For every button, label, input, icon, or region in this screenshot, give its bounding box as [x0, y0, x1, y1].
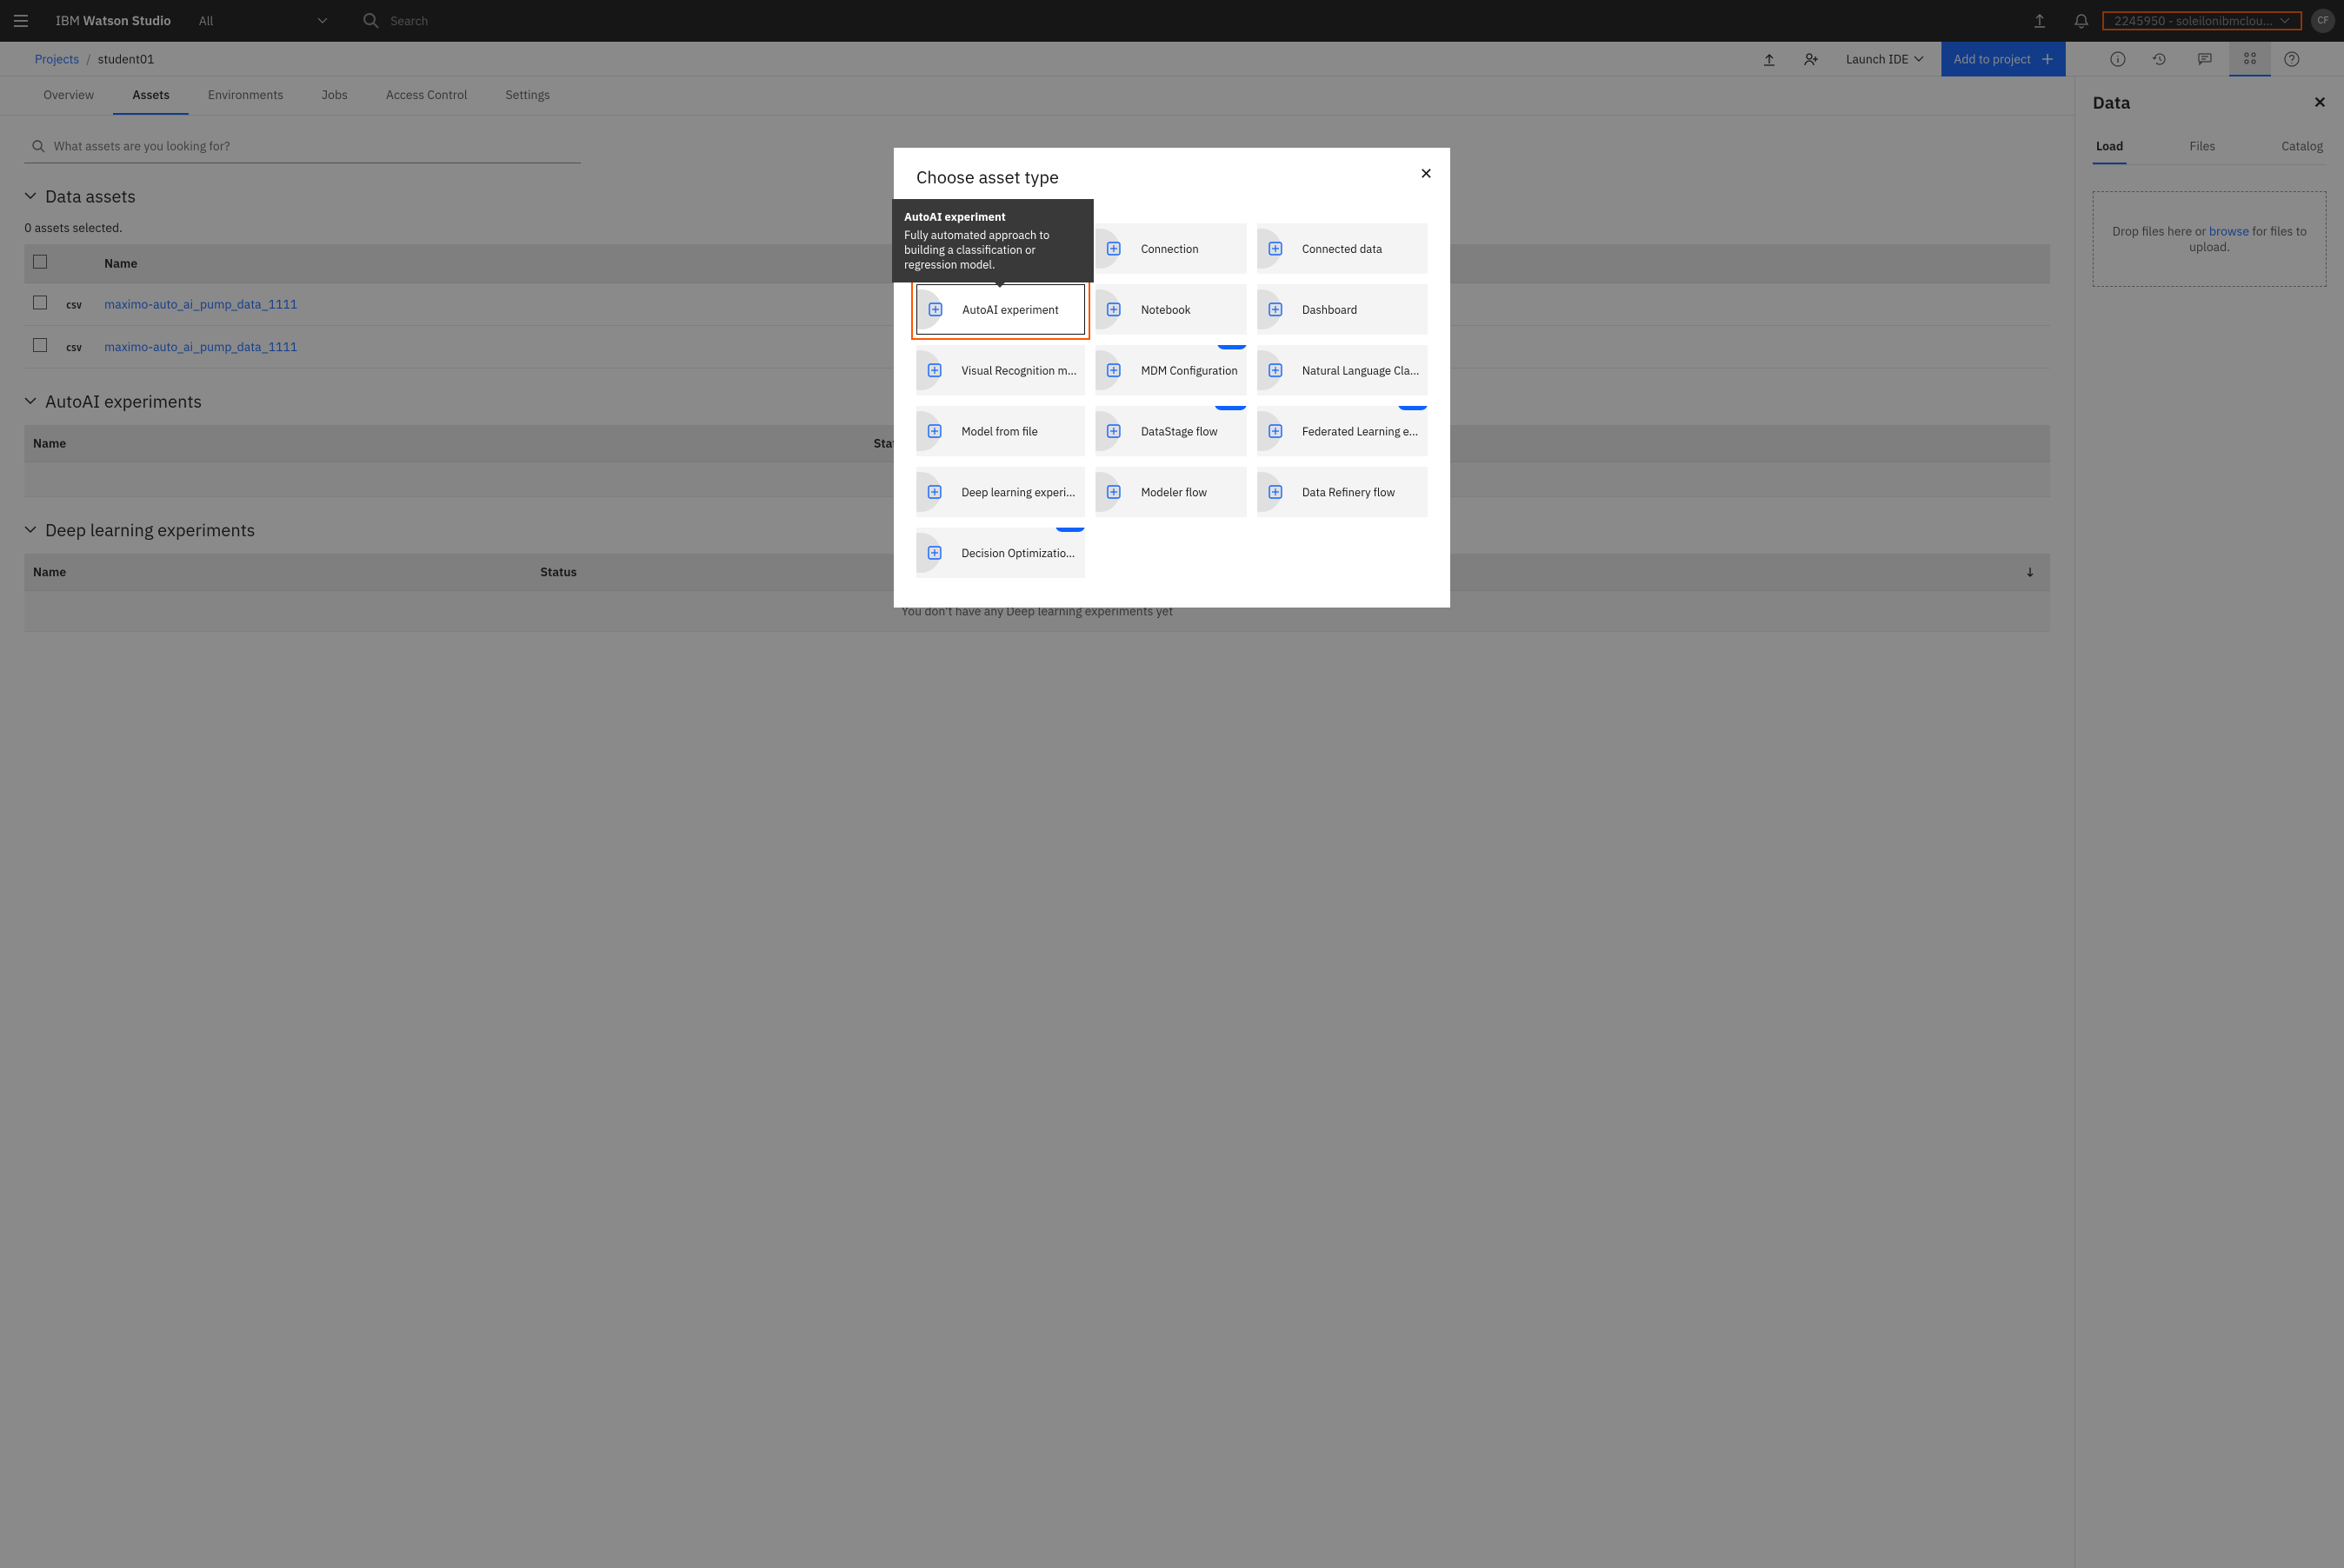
asset-type-icon — [1257, 284, 1294, 335]
asset-type-icon — [1095, 467, 1132, 517]
choose-asset-modal: Choose asset type ✕ Connection Connected… — [894, 148, 1450, 608]
asset-card-label: MDM Configuration — [1141, 363, 1237, 378]
asset-card-modeler-flow[interactable]: Modeler flow — [1095, 467, 1246, 517]
modal-title: Choose asset type — [916, 165, 1428, 189]
asset-card-label: Federated Learning e... — [1302, 424, 1418, 439]
asset-type-icon — [916, 467, 953, 517]
asset-card-label: Deep learning experi... — [962, 485, 1075, 500]
asset-type-icon — [1257, 223, 1294, 274]
tooltip: AutoAI experimentFully automated approac… — [892, 199, 1094, 282]
asset-type-icon — [1095, 406, 1132, 456]
asset-type-icon — [916, 406, 953, 456]
close-icon[interactable]: ✕ — [1420, 163, 1433, 183]
asset-card-model-from-file[interactable]: Model from file — [916, 406, 1085, 456]
asset-type-icon — [1257, 345, 1294, 395]
asset-type-icon — [917, 284, 954, 335]
asset-card-label: Connection — [1141, 242, 1198, 256]
asset-type-icon — [1095, 345, 1132, 395]
asset-type-icon — [1095, 284, 1132, 335]
asset-card-notebook[interactable]: Notebook — [1095, 284, 1246, 335]
asset-card-label: DataStage flow — [1141, 424, 1217, 439]
asset-card-data-refinery-flow[interactable]: Data Refinery flow — [1257, 467, 1428, 517]
asset-type-icon — [1095, 223, 1132, 274]
asset-card-connected-data[interactable]: Connected data — [1257, 223, 1428, 274]
asset-card-dashboard[interactable]: Dashboard — [1257, 284, 1428, 335]
asset-card-visual-recognition-m[interactable]: Visual Recognition m... — [916, 345, 1085, 395]
asset-card-label: AutoAI experiment — [962, 302, 1059, 317]
asset-card-label: Decision Optimizatio... — [962, 546, 1075, 561]
asset-card-datastage-flow[interactable]: DataStage flow BETA — [1095, 406, 1246, 456]
asset-card-label: Natural Language Cla... — [1302, 363, 1420, 378]
asset-card-label: Modeler flow — [1141, 485, 1207, 500]
asset-card-connection[interactable]: Connection — [1095, 223, 1246, 274]
asset-type-icon — [1257, 406, 1294, 456]
asset-card-label: Model from file — [962, 424, 1038, 439]
asset-card-label: Notebook — [1141, 302, 1190, 317]
badge-new: NEW — [1217, 345, 1247, 349]
asset-type-icon — [916, 345, 953, 395]
asset-card-label: Connected data — [1302, 242, 1382, 256]
badge-beta: BETA — [1215, 406, 1246, 410]
asset-card-autoai-experiment[interactable]: AutoAI experiment — [916, 284, 1085, 335]
asset-card-mdm-configuration[interactable]: MDM Configuration NEW — [1095, 345, 1246, 395]
asset-type-grid: Connection Connected data AutoAI experim… — [916, 223, 1428, 578]
asset-card-deep-learning-experi[interactable]: Deep learning experi... — [916, 467, 1085, 517]
asset-type-icon — [916, 528, 953, 578]
asset-type-icon — [1257, 467, 1294, 517]
asset-card-label: Visual Recognition m... — [962, 363, 1076, 378]
asset-card-label: Data Refinery flow — [1302, 485, 1395, 500]
asset-card-natural-language-cla[interactable]: Natural Language Cla... — [1257, 345, 1428, 395]
badge-new: NEW — [1398, 406, 1428, 410]
asset-card-decision-optimizatio[interactable]: Decision Optimizatio... NEW — [916, 528, 1085, 578]
asset-card-federated-learning-e[interactable]: Federated Learning e... NEW — [1257, 406, 1428, 456]
modal-overlay: Choose asset type ✕ Connection Connected… — [0, 0, 2344, 1568]
badge-new: NEW — [1055, 528, 1085, 532]
asset-card-label: Dashboard — [1302, 302, 1357, 317]
